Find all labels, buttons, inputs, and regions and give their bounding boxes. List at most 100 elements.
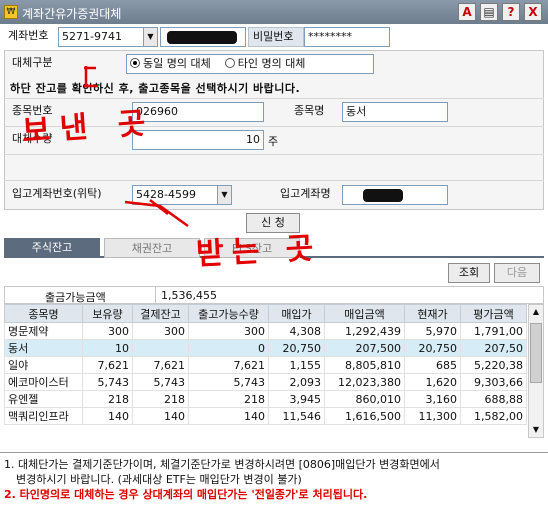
account-number: 5271-9741 <box>62 30 122 43</box>
column-header[interactable]: 매입가 <box>268 304 325 323</box>
tab-bond-balance[interactable]: 채권잔고 <box>104 238 200 258</box>
withdrawable-value: 1,536,455 <box>161 289 217 302</box>
radio-checked-icon <box>130 58 140 68</box>
help-button[interactable]: ? <box>502 3 520 21</box>
account-select[interactable]: 5271-9741 ▼ <box>58 27 158 47</box>
scrollbar-thumb[interactable] <box>530 323 542 383</box>
table-cell: 4,308 <box>268 322 325 340</box>
column-header[interactable]: 종목명 <box>4 304 83 323</box>
submit-button[interactable]: 신 청 <box>246 213 300 233</box>
stock-code-field[interactable]: 026960 <box>132 102 264 122</box>
table-row[interactable]: 유엔젤 218 218 218 3,945 860,010 3,160 688,… <box>4 390 527 408</box>
table-cell: 명문제약 <box>4 322 83 340</box>
table-cell: 일야 <box>4 356 83 374</box>
table-cell: 0 <box>188 339 269 357</box>
app-icon: ₩ <box>4 5 18 19</box>
table-row[interactable]: 명문제약 300 300 300 4,308 1,292,439 5,970 1… <box>4 322 527 340</box>
next-button[interactable]: 다음 <box>494 263 540 283</box>
receive-name-field <box>342 185 448 205</box>
column-header[interactable]: 보유량 <box>82 304 133 323</box>
table-cell: 동서 <box>4 339 83 357</box>
scroll-up-icon[interactable]: ▲ <box>529 305 543 319</box>
table-cell: 1,155 <box>268 356 325 374</box>
table-cell: 140 <box>132 407 189 425</box>
table-cell: 5,743 <box>132 373 189 391</box>
table-cell: 1,582,00 <box>460 407 527 425</box>
table-cell: 7,621 <box>132 356 189 374</box>
column-header[interactable]: 평가금액 <box>460 304 527 323</box>
table-cell: 207,50 <box>460 339 527 357</box>
print-icon[interactable]: ▤ <box>480 3 498 21</box>
radio-other-owner[interactable]: 타인 명의 대체 <box>224 57 305 70</box>
password-field[interactable]: ******** <box>304 27 390 47</box>
tab-stock-balance[interactable]: 주식잔고 <box>4 238 100 258</box>
table-cell: 에코마이스터 <box>4 373 83 391</box>
table-row[interactable]: 에코마이스터 5,743 5,743 5,743 2,093 12,023,38… <box>4 373 527 391</box>
table-cell: 207,500 <box>324 339 405 357</box>
radio-same-owner[interactable]: 동일 명의 대체 <box>130 57 211 70</box>
table-cell: 9,303,66 <box>460 373 527 391</box>
table-row[interactable]: 일야 7,621 7,621 7,621 1,155 8,805,810 685… <box>4 356 527 374</box>
table-cell: 218 <box>82 390 133 408</box>
table-cell <box>132 339 189 357</box>
stock-name-field: 동서 <box>342 102 448 122</box>
table-row-selected[interactable]: 동서 10 0 20,750 207,500 20,750 207,50 <box>4 339 527 357</box>
withdrawable-label: 출금가능금액 <box>45 291 106 304</box>
search-button[interactable]: 조회 <box>448 263 490 283</box>
chevron-down-icon[interactable]: ▼ <box>217 186 231 204</box>
table-cell: 20,750 <box>268 339 325 357</box>
scroll-down-icon[interactable]: ▼ <box>529 423 543 437</box>
receive-name-label: 입고계좌명 <box>276 185 340 205</box>
font-size-button[interactable]: A <box>458 3 476 21</box>
table-cell: 20,750 <box>404 339 461 357</box>
password-label: 비밀번호 <box>248 27 304 47</box>
table-scrollbar[interactable]: ▲ ▼ <box>528 304 544 438</box>
column-header[interactable]: 현재가 <box>404 304 461 323</box>
account-owner-field <box>160 27 246 47</box>
column-header[interactable]: 매입금액 <box>324 304 405 323</box>
transfer-type-label: 대체구분 <box>8 54 126 74</box>
table-cell: 10 <box>82 339 133 357</box>
window-title: 계좌간유가증권대체 <box>22 7 122 21</box>
table-cell: 11,300 <box>404 407 461 425</box>
table-cell: 7,621 <box>82 356 133 374</box>
table-cell: 1,616,500 <box>324 407 405 425</box>
withdrawable-summary: 출금가능금액 1,536,455 <box>4 286 544 304</box>
table-cell: 유엔젤 <box>4 390 83 408</box>
quantity-unit: 주 <box>268 135 279 148</box>
balance-table: 종목명 보유량 결제잔고 출고가능수량 매입가 매입금액 현재가 평가금액 명문… <box>4 304 527 425</box>
table-cell: 1,292,439 <box>324 322 405 340</box>
table-row[interactable]: 맥쿼리인프라 140 140 140 11,546 1,616,500 11,3… <box>4 407 527 425</box>
notice-area: 1. 대체단가는 결제기준단가이며, 체결기준단가로 변경하시려면 [0806]… <box>0 452 548 512</box>
table-cell: 7,621 <box>188 356 269 374</box>
table-cell: 300 <box>188 322 269 340</box>
redaction-mark <box>167 31 237 44</box>
table-cell: 5,743 <box>188 373 269 391</box>
table-cell: 140 <box>188 407 269 425</box>
instruction-text: 하단 잔고를 확인하신 후, 출고종목을 선택하시기 바랍니다. <box>10 82 301 95</box>
notice-line-2: 변경하시기 바랍니다. (과세대상 ETF는 매입단가 변경이 불가) <box>16 473 302 486</box>
table-cell: 688,88 <box>460 390 527 408</box>
table-cell: 맥쿼리인프라 <box>4 407 83 425</box>
table-cell: 218 <box>132 390 189 408</box>
chevron-down-icon[interactable]: ▼ <box>143 28 157 46</box>
title-bar: ₩ 계좌간유가증권대체 A ▤ ? X <box>0 0 548 24</box>
column-header[interactable]: 출고가능수량 <box>188 304 269 323</box>
receive-account-select[interactable]: 5428-4599 ▼ <box>132 185 232 205</box>
receive-account-number: 5428-4599 <box>136 188 196 201</box>
table-cell: 860,010 <box>324 390 405 408</box>
table-cell: 3,160 <box>404 390 461 408</box>
stock-code-label: 종목번호 <box>8 102 126 122</box>
table-cell: 1,791,00 <box>460 322 527 340</box>
tab-els-balance[interactable]: ELS잔고 <box>204 238 300 258</box>
table-cell: 140 <box>82 407 133 425</box>
table-cell: 5,970 <box>404 322 461 340</box>
table-cell: 685 <box>404 356 461 374</box>
close-button[interactable]: X <box>524 3 542 21</box>
quantity-field[interactable]: 10 <box>132 130 264 150</box>
notice-line-3: 2. 타인명의로 대체하는 경우 상대계좌의 매입단가는 '전일종가'로 처리됩… <box>4 488 368 501</box>
balance-tabs: 주식잔고 채권잔고 ELS잔고 <box>4 238 544 258</box>
table-cell: 300 <box>132 322 189 340</box>
table-cell: 8,805,810 <box>324 356 405 374</box>
column-header[interactable]: 결제잔고 <box>132 304 189 323</box>
